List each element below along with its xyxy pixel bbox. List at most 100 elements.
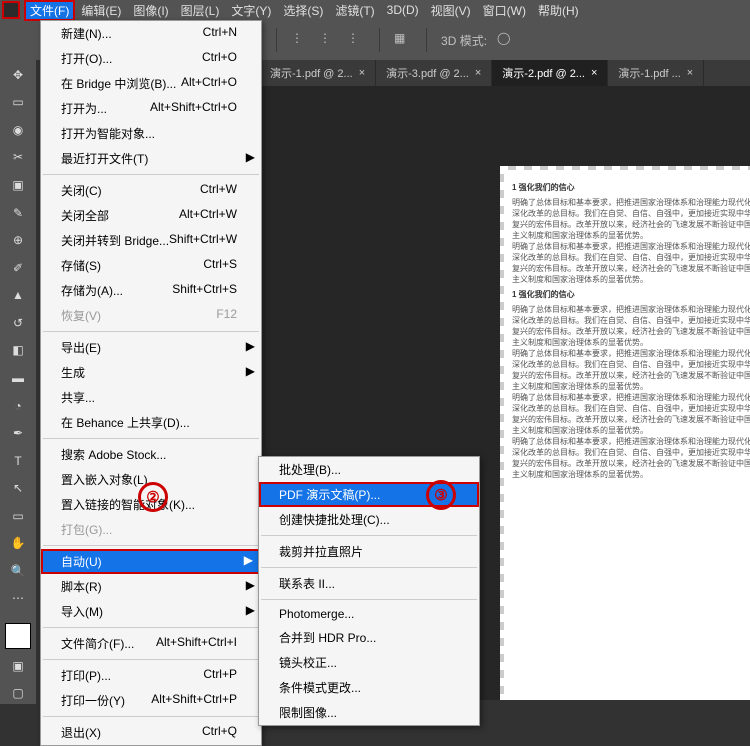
menu-help[interactable]: 帮助(H) — [532, 0, 585, 21]
marquee-tool-icon[interactable]: ▭ — [7, 92, 29, 114]
doc-heading: 1 强化我们的信心 — [512, 182, 750, 193]
menu-item[interactable]: 存储为(A)...Shift+Ctrl+S — [41, 278, 261, 303]
file-menu-dropdown: 新建(N)...Ctrl+N打开(O)...Ctrl+O在 Bridge 中浏览… — [40, 20, 262, 746]
menu-item[interactable]: Photomerge... — [259, 603, 479, 625]
move-tool-icon[interactable]: ✥ — [7, 64, 29, 86]
menu-item: 打包(G)... — [41, 517, 261, 542]
menu-item[interactable]: 导入(M)▶ — [41, 599, 261, 624]
ps-logo-icon — [2, 1, 20, 19]
menu-item[interactable]: 关闭全部Alt+Ctrl+W — [41, 203, 261, 228]
doc-tab[interactable]: 演示-2.pdf @ 2...× — [492, 60, 608, 86]
stamp-tool-icon[interactable]: ▲ — [7, 285, 29, 307]
doc-body: 明确了总体目标和基本要求，把推进国家治理体系和治理能力现代化作为全面深化改革的总… — [512, 348, 750, 392]
menu-item[interactable]: 批处理(B)... — [259, 457, 479, 482]
doc-body: 明确了总体目标和基本要求，把推进国家治理体系和治理能力现代化作为全面深化改革的总… — [512, 392, 750, 436]
menu-item[interactable]: 最近打开文件(T)▶ — [41, 146, 261, 171]
menu-item[interactable]: 打开为...Alt+Shift+Ctrl+O — [41, 96, 261, 121]
blur-tool-icon[interactable]: ◔ — [7, 395, 29, 417]
path-tool-icon[interactable]: ↖ — [7, 477, 29, 499]
doc-tab[interactable]: 演示-1.pdf @ 2...× — [260, 60, 376, 86]
menu-item[interactable]: 打印(P)...Ctrl+P — [41, 663, 261, 688]
menu-item[interactable]: 自动(U)▶ — [41, 549, 261, 574]
doc-body: 明确了总体目标和基本要求，把推进国家治理体系和治理能力现代化作为全面深化改革的总… — [512, 197, 750, 241]
menu-item[interactable]: 镜头校正... — [259, 650, 479, 675]
menu-item[interactable]: 合并到 HDR Pro... — [259, 625, 479, 650]
menu-item: 恢复(V)F12 — [41, 303, 261, 328]
color-swatch[interactable] — [5, 623, 31, 649]
eraser-tool-icon[interactable]: ◧ — [7, 340, 29, 362]
menu-item[interactable]: 搜索 Adobe Stock... — [41, 442, 261, 467]
distribute-icon[interactable]: ⋮ — [347, 31, 365, 49]
menu-item[interactable]: 文件简介(F)...Alt+Shift+Ctrl+I — [41, 631, 261, 656]
doc-tab[interactable]: 演示-1.pdf ...× — [608, 60, 704, 86]
close-icon[interactable]: × — [475, 67, 481, 79]
doc-tab[interactable]: 演示-3.pdf @ 2...× — [376, 60, 492, 86]
submenu-arrow-icon: ▶ — [246, 339, 255, 353]
overlap-icon[interactable]: ▦ — [394, 31, 412, 49]
zoom-tool-icon[interactable]: 🔍 — [7, 560, 29, 582]
menu-filter[interactable]: 滤镜(T) — [329, 0, 380, 21]
menu-item[interactable]: 打开(O)...Ctrl+O — [41, 46, 261, 71]
brush-tool-icon[interactable]: ✐ — [7, 257, 29, 279]
menu-3d[interactable]: 3D(D) — [381, 1, 425, 19]
menu-item[interactable]: 导出(E)▶ — [41, 335, 261, 360]
close-icon[interactable]: × — [591, 67, 597, 79]
menubar: 文件(F) 编辑(E) 图像(I) 图层(L) 文字(Y) 选择(S) 滤镜(T… — [0, 0, 750, 20]
pen-tool-icon[interactable]: ✒ — [7, 422, 29, 444]
menu-window[interactable]: 窗口(W) — [477, 0, 532, 21]
gradient-tool-icon[interactable]: ▬ — [7, 367, 29, 389]
menu-item[interactable]: 生成▶ — [41, 360, 261, 385]
menu-layer[interactable]: 图层(L) — [175, 0, 226, 21]
annotation-badge-2: ② — [138, 482, 168, 512]
type-tool-icon[interactable]: T — [7, 450, 29, 472]
submenu-arrow-icon: ▶ — [246, 578, 255, 592]
distribute-icon[interactable]: ⋮ — [291, 31, 309, 49]
menu-item[interactable]: 裁剪并拉直照片 — [259, 539, 479, 564]
submenu-arrow-icon: ▶ — [246, 603, 255, 617]
menu-item[interactable]: 脚本(R)▶ — [41, 574, 261, 599]
menu-item[interactable]: 条件模式更改... — [259, 675, 479, 700]
menu-item[interactable]: 在 Bridge 中浏览(B)...Alt+Ctrl+O — [41, 71, 261, 96]
doc-body: 明确了总体目标和基本要求，把推进国家治理体系和治理能力现代化作为全面深化改革的总… — [512, 241, 750, 285]
menu-item[interactable]: 关闭并转到 Bridge...Shift+Ctrl+W — [41, 228, 261, 253]
menu-item[interactable]: 在 Behance 上共享(D)... — [41, 410, 261, 435]
menu-item[interactable]: 共享... — [41, 385, 261, 410]
menu-select[interactable]: 选择(S) — [277, 0, 329, 21]
menu-item[interactable]: 新建(N)...Ctrl+N — [41, 21, 261, 46]
3d-mode-label: 3D 模式: — [441, 32, 487, 49]
shape-tool-icon[interactable]: ▭ — [7, 505, 29, 527]
hand-tool-icon[interactable]: ✋ — [7, 533, 29, 555]
annotation-badge-3: ③ — [426, 480, 456, 510]
screenmode-icon[interactable]: ▢ — [7, 682, 29, 704]
tools-panel: ✥ ▭ ◉ ✂ ▣ ✎ ⊕ ✐ ▲ ↺ ◧ ▬ ◔ ✒ T ↖ ▭ ✋ 🔍 ⋯ … — [0, 60, 36, 704]
menu-type[interactable]: 文字(Y) — [225, 0, 277, 21]
quickmask-icon[interactable]: ▣ — [7, 655, 29, 677]
close-icon[interactable]: × — [687, 67, 693, 79]
menu-item[interactable]: 打印一份(Y)Alt+Shift+Ctrl+P — [41, 688, 261, 713]
submenu-arrow-icon: ▶ — [244, 553, 253, 567]
menu-item[interactable]: 打开为智能对象... — [41, 121, 261, 146]
menu-item[interactable]: 关闭(C)Ctrl+W — [41, 178, 261, 203]
menu-item[interactable]: 存储(S)Ctrl+S — [41, 253, 261, 278]
menu-item[interactable]: 限制图像... — [259, 700, 479, 725]
history-brush-icon[interactable]: ↺ — [7, 312, 29, 334]
menu-image[interactable]: 图像(I) — [127, 0, 174, 21]
crop-tool-icon[interactable]: ✂ — [7, 147, 29, 169]
doc-body: 明确了总体目标和基本要求，把推进国家治理体系和治理能力现代化作为全面深化改革的总… — [512, 436, 750, 480]
3d-orbit-icon[interactable]: ◯ — [497, 31, 515, 49]
menu-view[interactable]: 视图(V) — [425, 0, 477, 21]
submenu-arrow-icon: ▶ — [246, 150, 255, 164]
menu-file[interactable]: 文件(F) — [24, 0, 75, 21]
menu-item[interactable]: 退出(X)Ctrl+Q — [41, 720, 261, 745]
close-icon[interactable]: × — [359, 67, 365, 79]
frame-tool-icon[interactable]: ▣ — [7, 174, 29, 196]
healing-tool-icon[interactable]: ⊕ — [7, 229, 29, 251]
distribute-icon[interactable]: ⋮ — [319, 31, 337, 49]
submenu-arrow-icon: ▶ — [246, 364, 255, 378]
menu-item[interactable]: 联系表 II... — [259, 571, 479, 596]
lasso-tool-icon[interactable]: ◉ — [7, 119, 29, 141]
edit-toolbar-icon[interactable]: ⋯ — [7, 588, 29, 610]
menu-item[interactable]: 创建快捷批处理(C)... — [259, 507, 479, 532]
menu-edit[interactable]: 编辑(E) — [75, 0, 127, 21]
eyedropper-tool-icon[interactable]: ✎ — [7, 202, 29, 224]
